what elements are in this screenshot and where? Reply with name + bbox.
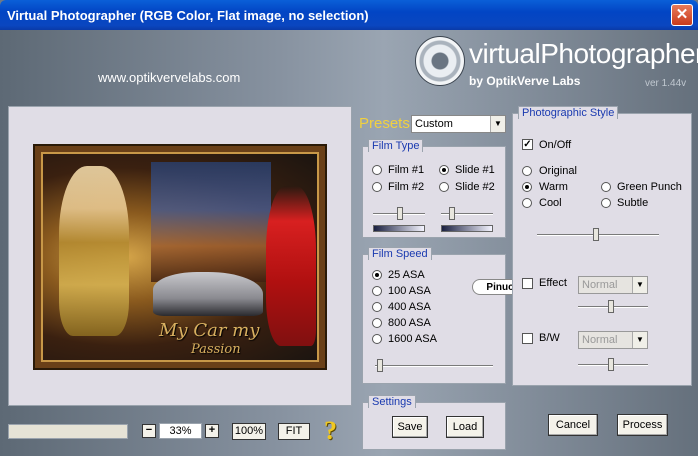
slide2-radio[interactable]: [439, 182, 449, 192]
cool-radio[interactable]: [522, 198, 532, 208]
slide1-label: Slide #1: [455, 164, 495, 176]
asa400-label: 400 ASA: [388, 301, 431, 313]
version-label: ver 1.44v: [645, 78, 687, 89]
subtle-radio[interactable]: [601, 198, 611, 208]
progress-bar: [8, 424, 128, 439]
settings-title: Settings: [368, 395, 416, 408]
film-gradient-left: [373, 225, 425, 232]
preview-panel: My Car my Passion: [8, 106, 352, 406]
asa100-radio[interactable]: [372, 286, 382, 296]
grain-slider-thumb[interactable]: [377, 359, 383, 372]
car-figure: [153, 272, 263, 316]
close-button[interactable]: ✕: [671, 4, 693, 26]
website-url: www.optikvervelabs.com: [98, 70, 241, 85]
logo: virtualPhotographer by OptikVerve Labs v…: [413, 34, 698, 90]
effect-mode-value: Normal: [582, 279, 618, 291]
film-gradient-right: [441, 225, 493, 232]
photographic-style-group: Photographic Style ✓ On/Off Original War…: [512, 106, 692, 386]
bw-mode-value: Normal: [582, 334, 618, 346]
effect-slider-thumb[interactable]: [608, 300, 614, 313]
save-button[interactable]: Save: [392, 416, 428, 438]
effect-checkbox[interactable]: [522, 278, 533, 289]
asa400-radio[interactable]: [372, 302, 382, 312]
warm-radio[interactable]: [522, 182, 532, 192]
onoff-checkbox[interactable]: ✓: [522, 139, 533, 150]
asa25-label: 25 ASA: [388, 269, 425, 281]
onoff-label: On/Off: [539, 139, 572, 151]
style-intensity-slider[interactable]: [537, 228, 659, 241]
presets-label: Presets: [359, 115, 410, 132]
film2-label: Film #2: [388, 181, 425, 193]
asa800-radio[interactable]: [372, 318, 382, 328]
effect-slider[interactable]: [578, 300, 648, 313]
logo-ring-icon: [415, 36, 465, 86]
film-speed-title: Film Speed: [368, 247, 432, 260]
process-button[interactable]: Process: [617, 414, 668, 436]
style-intensity-thumb[interactable]: [593, 228, 599, 241]
asa100-label: 100 ASA: [388, 285, 431, 297]
logo-text: virtualPhotographer: [469, 38, 698, 69]
window-title: Virtual Photographer (RGB Color, Flat im…: [7, 8, 369, 23]
main-area: www.optikvervelabs.com virtualPhotograph…: [0, 30, 698, 456]
settings-group: Settings Save Load: [362, 395, 506, 450]
original-radio[interactable]: [522, 166, 532, 176]
cool-label: Cool: [539, 197, 562, 209]
bw-mode-select[interactable]: Normal ▼: [578, 331, 648, 349]
logo-subtitle: by OptikVerve Labs: [469, 74, 581, 88]
photographic-style-title: Photographic Style: [518, 106, 619, 119]
asa25-radio[interactable]: [372, 270, 382, 280]
presets-select[interactable]: Custom ▼: [411, 115, 506, 133]
woman-figure-left: [59, 166, 129, 336]
film-type-group: Film Type Film #1 Slide #1 Film #2 Slide…: [362, 139, 506, 238]
chevron-down-icon[interactable]: ▼: [632, 277, 647, 293]
film-slider-right-thumb[interactable]: [449, 207, 455, 220]
zoom-level: 33%: [159, 423, 202, 439]
warm-label: Warm: [539, 181, 568, 193]
street-scene: [151, 162, 271, 282]
slide2-label: Slide #2: [455, 181, 495, 193]
zoom-out-button[interactable]: −: [142, 424, 156, 438]
green-punch-label: Green Punch: [617, 181, 682, 193]
slide1-radio[interactable]: [439, 165, 449, 175]
grain-slider[interactable]: [375, 359, 493, 372]
zoom-in-button[interactable]: +: [205, 424, 219, 438]
subtle-label: Subtle: [617, 197, 649, 209]
bw-slider-thumb[interactable]: [608, 358, 614, 371]
bw-checkbox[interactable]: [522, 333, 533, 344]
film-type-title: Film Type: [368, 139, 424, 152]
preview-image[interactable]: My Car my Passion: [35, 146, 325, 368]
film-slider-left-thumb[interactable]: [397, 207, 403, 220]
title-bar: Virtual Photographer (RGB Color, Flat im…: [0, 0, 698, 30]
presets-value: Custom: [415, 118, 453, 130]
cancel-button[interactable]: Cancel: [548, 414, 598, 436]
film1-label: Film #1: [388, 164, 425, 176]
chevron-down-icon[interactable]: ▼: [632, 332, 647, 348]
asa1600-label: 1600 ASA: [388, 333, 437, 345]
image-caption-line1: My Car my: [159, 320, 260, 341]
effect-mode-select[interactable]: Normal ▼: [578, 276, 648, 294]
zoom-100-button[interactable]: 100%: [232, 423, 266, 440]
bw-label: B/W: [539, 332, 560, 344]
film1-radio[interactable]: [372, 165, 382, 175]
asa800-label: 800 ASA: [388, 317, 431, 329]
film-speed-group: Film Speed 25 ASA 100 ASA 400 ASA 800 AS…: [362, 247, 506, 384]
film-slider-left[interactable]: [373, 207, 425, 220]
film2-radio[interactable]: [372, 182, 382, 192]
effect-label: Effect: [539, 277, 567, 289]
image-caption-line2: Passion: [191, 342, 241, 357]
zoom-bar: − 33% + 100% FIT ?: [8, 416, 352, 445]
film-slider-right[interactable]: [441, 207, 493, 220]
help-icon[interactable]: ?: [324, 416, 337, 446]
load-button[interactable]: Load: [446, 416, 484, 438]
original-label: Original: [539, 165, 577, 177]
chevron-down-icon[interactable]: ▼: [490, 116, 505, 132]
woman-figure-right: [266, 186, 316, 346]
green-punch-radio[interactable]: [601, 182, 611, 192]
bw-slider[interactable]: [578, 358, 648, 371]
asa1600-radio[interactable]: [372, 334, 382, 344]
zoom-fit-button[interactable]: FIT: [278, 423, 310, 440]
